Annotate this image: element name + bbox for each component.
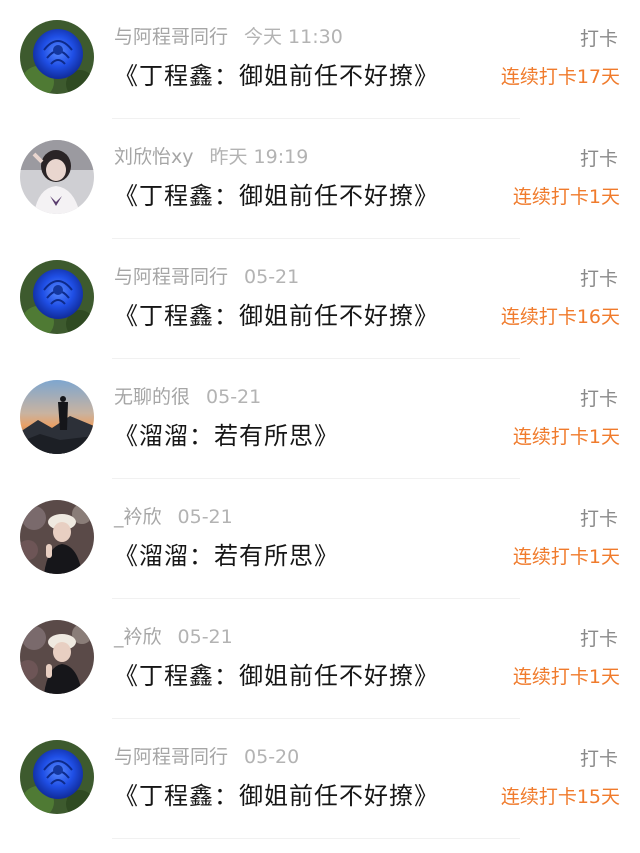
divider [112,718,520,719]
blue-rose-avatar-icon [20,20,94,94]
post-time: 今天 11:30 [244,26,343,48]
avatar[interactable] [20,740,94,814]
post-time: 昨天 19:19 [209,146,309,168]
work-title[interactable]: 《丁程鑫：御姐前任不好撩》 [114,176,439,216]
avatar[interactable] [20,20,94,94]
divider [112,238,520,239]
username[interactable]: 与阿程哥同行 [114,266,228,288]
checkin-button[interactable]: 打卡 [580,144,618,174]
streak-label: 连续打卡1天 [512,426,620,448]
streak-label: 连续打卡16天 [500,306,620,328]
girl-cap-avatar-icon [20,620,94,694]
streak-label: 连续打卡1天 [512,186,620,208]
username[interactable]: _衿欣 [114,506,162,528]
divider [112,118,520,119]
post-time: 05-20 [244,746,300,768]
post-meta: 与阿程哥同行 05-20 [114,742,299,772]
mountain-dusk-avatar-icon [20,380,94,454]
checkin-button[interactable]: 打卡 [580,24,618,54]
checkin-item[interactable]: 与阿程哥同行 05-21 《丁程鑫：御姐前任不好撩》 打卡 连续打卡16天 [0,240,640,360]
post-meta: 与阿程哥同行 05-21 [114,262,299,292]
checkin-button[interactable]: 打卡 [580,504,618,534]
streak-label: 连续打卡1天 [512,666,620,688]
work-title[interactable]: 《丁程鑫：御姐前任不好撩》 [114,776,439,816]
username[interactable]: _衿欣 [114,626,162,648]
divider [112,358,520,359]
username[interactable]: 刘欣怡xy [114,146,194,168]
checkin-feed: 与阿程哥同行 今天 11:30 《丁程鑫：御姐前任不好撩》 打卡 连续打卡17天 … [0,0,640,853]
avatar[interactable] [20,140,94,214]
post-time: 05-21 [206,386,262,408]
avatar[interactable] [20,500,94,574]
girl-butterfly-avatar-icon [20,140,94,214]
girl-cap-avatar-icon [20,500,94,574]
post-time: 05-21 [177,506,233,528]
work-title[interactable]: 《丁程鑫：御姐前任不好撩》 [114,56,439,96]
checkin-item[interactable]: 无聊的很 05-21 《溜溜：若有所思》 打卡 连续打卡1天 [0,360,640,480]
divider [112,838,520,839]
checkin-button[interactable]: 打卡 [580,384,618,414]
username[interactable]: 与阿程哥同行 [114,26,228,48]
username[interactable]: 与阿程哥同行 [114,746,228,768]
work-title[interactable]: 《丁程鑫：御姐前任不好撩》 [114,296,439,336]
streak-label: 连续打卡1天 [512,546,620,568]
checkin-item[interactable]: 刘欣怡xy 昨天 19:19 《丁程鑫：御姐前任不好撩》 打卡 连续打卡1天 [0,120,640,240]
post-time: 05-21 [177,626,233,648]
avatar[interactable] [20,260,94,334]
checkin-button[interactable]: 打卡 [580,264,618,294]
work-title[interactable]: 《溜溜：若有所思》 [114,536,339,576]
post-meta: 与阿程哥同行 今天 11:30 [114,22,343,52]
checkin-item[interactable]: 与阿程哥同行 05-20 《丁程鑫：御姐前任不好撩》 打卡 连续打卡15天 [0,720,640,840]
work-title[interactable]: 《溜溜：若有所思》 [114,416,339,456]
avatar[interactable] [20,620,94,694]
checkin-item[interactable]: _衿欣 05-21 《溜溜：若有所思》 打卡 连续打卡1天 [0,480,640,600]
checkin-button[interactable]: 打卡 [580,744,618,774]
streak-label: 连续打卡17天 [500,66,620,88]
post-meta: _衿欣 05-21 [114,622,233,652]
checkin-button[interactable]: 打卡 [580,624,618,654]
divider [112,598,520,599]
blue-rose-avatar-icon [20,260,94,334]
blue-rose-avatar-icon [20,740,94,814]
avatar[interactable] [20,380,94,454]
username[interactable]: 无聊的很 [114,386,190,408]
checkin-item[interactable]: 与阿程哥同行 今天 11:30 《丁程鑫：御姐前任不好撩》 打卡 连续打卡17天 [0,0,640,120]
post-time: 05-21 [244,266,300,288]
streak-label: 连续打卡15天 [500,786,620,808]
post-meta: 无聊的很 05-21 [114,382,261,412]
post-meta: 刘欣怡xy 昨天 19:19 [114,142,308,172]
checkin-item[interactable]: _衿欣 05-21 《丁程鑫：御姐前任不好撩》 打卡 连续打卡1天 [0,600,640,720]
post-meta: _衿欣 05-21 [114,502,233,532]
divider [112,478,520,479]
work-title[interactable]: 《丁程鑫：御姐前任不好撩》 [114,656,439,696]
